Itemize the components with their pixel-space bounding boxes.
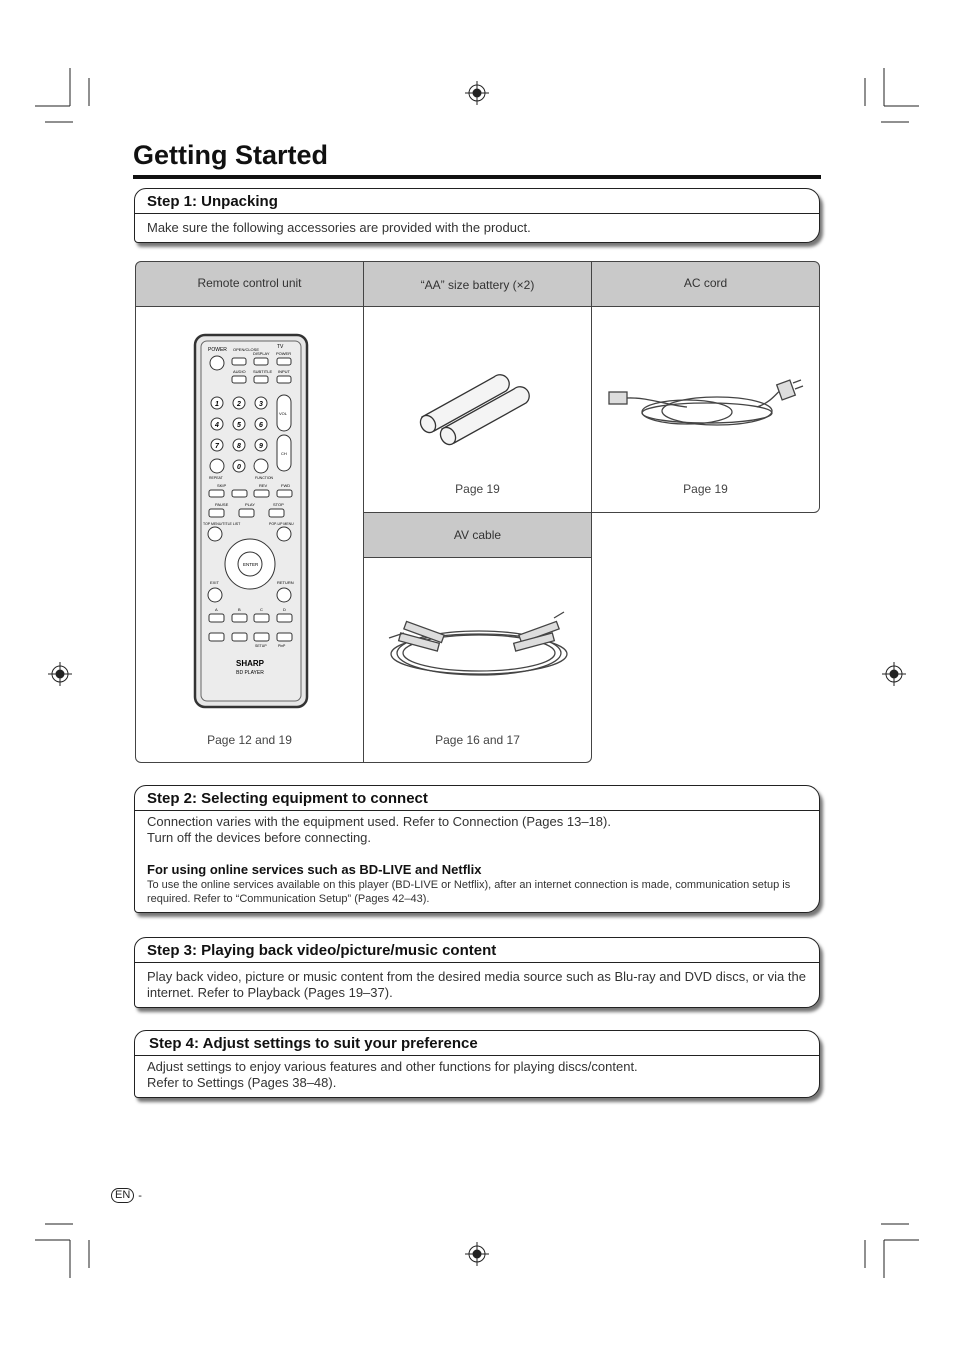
step3-title: Step 3: Playing back video/picture/music…: [135, 938, 819, 963]
svg-text:BD PLAYER: BD PLAYER: [236, 670, 264, 676]
ac-cord-image: [608, 379, 804, 426]
remote-page-ref: Page 12 and 19: [207, 733, 292, 747]
page-footer: EN -: [111, 1188, 142, 1203]
accessory-header-ac-cord: AC cord: [591, 261, 820, 307]
registration-mark-bottom: [465, 1242, 489, 1266]
step2-title: Step 2: Selecting equipment to connect: [135, 786, 819, 811]
svg-text:EXIT: EXIT: [210, 580, 219, 585]
accessory-cell-battery: Page 19: [363, 306, 592, 513]
svg-text:0: 0: [237, 464, 241, 471]
accessory-cell-av-cable: Page 16 and 17: [363, 557, 592, 763]
registration-mark-left: [48, 662, 72, 686]
svg-text:PinP: PinP: [278, 644, 286, 648]
step2-subtitle: For using online services such as BD-LIV…: [147, 862, 482, 877]
accessory-header-av-cable: AV cable: [363, 512, 592, 558]
svg-text:9: 9: [259, 443, 263, 450]
av-cable-image: [388, 611, 568, 676]
av-cable-page-ref: Page 16 and 17: [435, 733, 520, 747]
step4-line2: Refer to Settings (Pages 38–48).: [147, 1075, 337, 1090]
svg-text:5: 5: [237, 422, 241, 429]
svg-text:STOP: STOP: [273, 502, 284, 507]
page-title: Getting Started: [133, 140, 329, 170]
step4-title: Step 4: Adjust settings to suit your pre…: [135, 1031, 819, 1056]
svg-text:6: 6: [259, 422, 263, 429]
ac-cord-page-ref: Page 19: [683, 482, 728, 496]
svg-text:PAUSE: PAUSE: [215, 502, 229, 507]
accessory-cell-remote: POWER OPEN/CLOSE DISPLAY TV POWER AUDIO S…: [135, 306, 364, 763]
accessory-header-remote: Remote control unit: [135, 261, 364, 307]
svg-text:D: D: [283, 607, 286, 612]
svg-text:FUNCTION: FUNCTION: [255, 476, 274, 480]
title-rule: [133, 175, 821, 179]
svg-text:POWER: POWER: [208, 347, 227, 353]
svg-text:B: B: [238, 607, 241, 612]
svg-text:SETUP: SETUP: [255, 644, 267, 648]
registration-mark-top: [465, 81, 489, 105]
svg-text:C: C: [260, 607, 263, 612]
svg-text:CH: CH: [281, 451, 287, 456]
svg-text:PLAY: PLAY: [245, 502, 255, 507]
battery-page-ref: Page 19: [455, 482, 500, 496]
accessory-cell-ac-cord: Page 19: [591, 306, 820, 513]
manual-page: Getting Started Step 1: Unpacking Make s…: [0, 0, 954, 1348]
step1-title: Step 1: Unpacking: [135, 189, 819, 214]
svg-text:VOL: VOL: [279, 411, 288, 416]
svg-text:SUBTITLE: SUBTITLE: [253, 369, 272, 374]
svg-text:TOP MENU/TITLE LIST: TOP MENU/TITLE LIST: [203, 522, 241, 526]
step3-text: Play back video, picture or music conten…: [147, 969, 806, 1000]
svg-text:DISPLAY: DISPLAY: [253, 351, 270, 356]
svg-text:INPUT: INPUT: [278, 369, 291, 374]
svg-text:POP-UP MENU: POP-UP MENU: [269, 522, 294, 526]
svg-text:8: 8: [237, 443, 241, 450]
step1-text: Make sure the following accessories are …: [147, 220, 531, 235]
svg-text:POWER: POWER: [276, 351, 291, 356]
step3-box: Step 3: Playing back video/picture/music…: [134, 937, 820, 1008]
svg-text:SHARP: SHARP: [236, 659, 265, 668]
page-number: -: [138, 1189, 142, 1202]
step2-line2: Turn off the devices before connecting.: [147, 830, 372, 845]
remote-control-image: POWER OPEN/CLOSE DISPLAY TVPOWER AUDIO S…: [193, 333, 309, 709]
svg-text:REPEAT: REPEAT: [209, 476, 224, 480]
step1-box: Step 1: Unpacking Make sure the followin…: [134, 188, 820, 243]
svg-text:RETURN: RETURN: [277, 580, 294, 585]
svg-text:ENTER: ENTER: [243, 562, 259, 567]
language-badge: EN: [111, 1188, 135, 1203]
svg-text:4: 4: [214, 422, 219, 429]
accessory-header-battery: “AA” size battery (×2): [363, 261, 592, 307]
registration-mark-right: [882, 662, 906, 686]
svg-text:3: 3: [259, 401, 263, 408]
svg-text:2: 2: [236, 401, 241, 408]
svg-text:SKIP: SKIP: [217, 483, 226, 488]
step2-box: Step 2: Selecting equipment to connect C…: [134, 785, 820, 913]
step2-line1: Connection varies with the equipment use…: [147, 814, 611, 829]
battery-image: [419, 374, 530, 446]
svg-text:1: 1: [215, 401, 219, 408]
svg-text:TV: TV: [277, 344, 284, 350]
svg-text:REV: REV: [259, 483, 268, 488]
step4-line1: Adjust settings to enjoy various feature…: [147, 1059, 638, 1074]
step4-box: Step 4: Adjust settings to suit your pre…: [134, 1030, 820, 1098]
svg-text:AUDIO: AUDIO: [233, 369, 246, 374]
step2-subtext: To use the online services available on …: [147, 879, 791, 905]
svg-text:FWD: FWD: [281, 483, 290, 488]
svg-text:A: A: [215, 607, 218, 612]
